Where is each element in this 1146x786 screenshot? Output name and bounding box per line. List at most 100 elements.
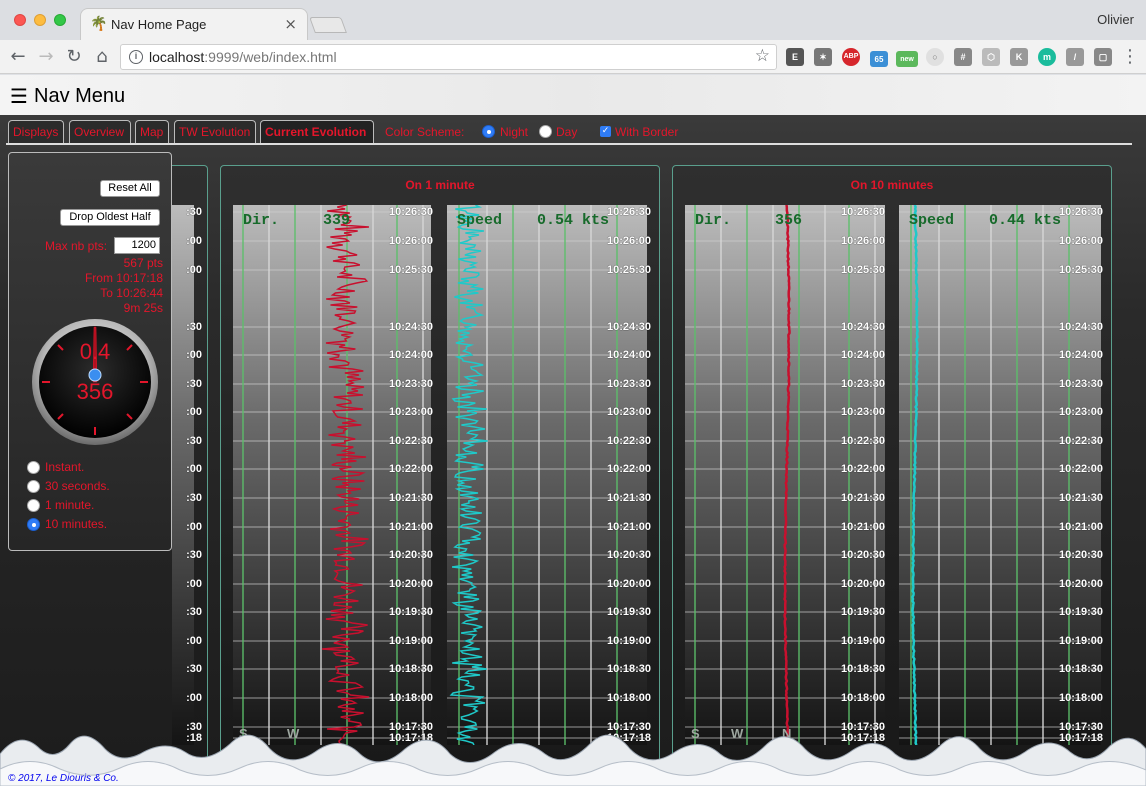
browser-tab[interactable]: 🌴 Nav Home Page × [80, 8, 308, 40]
time-tick: 10:18:00 [606, 692, 651, 704]
badge-count-icon[interactable]: 65 [870, 51, 888, 67]
time-tick: 10:23:00 [606, 406, 651, 418]
drop-oldest-half-button[interactable]: Drop Oldest Half [60, 209, 160, 226]
with-border-label: With Border [615, 125, 679, 139]
dir-value: 339 [323, 212, 351, 229]
waves-decoration [0, 734, 1146, 786]
evernote-icon[interactable]: E [786, 48, 804, 66]
time-tick: 10:20:00 [1058, 578, 1103, 590]
time-tick: 10:21:00 [606, 521, 651, 533]
tab-current-evolution[interactable]: Current Evolution [260, 120, 374, 144]
time-tick: 10:23:00 [388, 406, 433, 418]
address-bar[interactable]: i localhost:9999/web/index.html ☆ [120, 44, 777, 70]
color-scheme-label: Color Scheme: [385, 125, 465, 139]
hash-ext-icon[interactable]: # [954, 48, 972, 66]
time-tick: :00 [186, 463, 202, 475]
tab-tw-evolution[interactable]: TW Evolution [174, 120, 256, 144]
time-tick: 10:21:00 [840, 521, 885, 533]
time-tick: 10:22:30 [840, 435, 885, 447]
bug-icon[interactable]: ✶ [814, 48, 832, 66]
adblock-icon[interactable]: ABP [842, 48, 860, 66]
time-tick: :30 [186, 378, 202, 390]
time-tick: 10:18:30 [606, 663, 651, 675]
tab-displays[interactable]: Displays [8, 120, 64, 144]
reset-all-button[interactable]: Reset All [100, 180, 160, 197]
time-tick: 10:19:30 [1058, 606, 1103, 618]
time-tick: 10:22:00 [1058, 463, 1103, 475]
hamburger-icon[interactable]: ☰ [10, 85, 28, 107]
k-ext-icon[interactable]: K [1010, 48, 1028, 66]
time-tick: 10:23:00 [1058, 406, 1103, 418]
copyright-text: © 2017, Le Diouris & Co. [8, 773, 119, 784]
pocket-ext-icon[interactable]: ▢ [1094, 48, 1112, 66]
option-label-instant: Instant. [45, 460, 85, 474]
day-label: Day [556, 125, 578, 139]
time-tick: 10:24:30 [388, 321, 433, 333]
time-tick: 10:22:30 [388, 435, 433, 447]
slash-ext-icon[interactable]: / [1066, 48, 1084, 66]
time-tick: 10:26:30 [606, 206, 651, 218]
night-radio[interactable] [482, 125, 495, 138]
points-count: 567 pts [123, 256, 163, 270]
time-tick: 10:20:30 [1058, 549, 1103, 561]
data-trace [449, 205, 488, 745]
time-tick: 10:22:00 [840, 463, 885, 475]
new-badge-icon[interactable]: new [896, 51, 918, 67]
time-ticks-speed: 10:26:30 10:26:00 10:25:30 10:24:30 10:24:00… [593, 205, 651, 745]
panel-title: On 10 minutes [850, 178, 934, 192]
palm-tree-icon: 🌴 [90, 16, 108, 32]
maximize-window-button[interactable] [54, 14, 66, 26]
time-tick: 10:24:00 [1058, 349, 1103, 361]
max-pts-input[interactable]: 1200 [114, 237, 160, 254]
info-icon[interactable]: i [129, 50, 143, 64]
reload-icon[interactable]: ↻ [62, 45, 86, 69]
time-tick: 10:23:30 [388, 378, 433, 390]
option-label-10m: 10 minutes. [45, 517, 108, 531]
tab-map[interactable]: Map [135, 120, 169, 144]
option-radio-10m[interactable] [27, 518, 40, 531]
time-tick: 10:18:30 [840, 663, 885, 675]
time-tick: 10:21:30 [606, 492, 651, 504]
option-label-30s: 30 seconds. [45, 479, 110, 493]
back-icon[interactable]: ← [6, 45, 30, 69]
time-tick: 10:26:30 [1058, 206, 1103, 218]
home-icon[interactable]: ⌂ [90, 45, 114, 69]
option-radio-1m[interactable] [27, 499, 40, 512]
tab-overview[interactable]: Overview [69, 120, 131, 144]
cube-ext-icon[interactable]: ⬡ [982, 48, 1000, 66]
dir-label: Dir. [243, 212, 280, 229]
time-tick: :00 [186, 692, 202, 704]
speed-label: Speed [457, 212, 503, 229]
time-tick: 10:24:30 [840, 321, 885, 333]
time-tick: 10:19:30 [840, 606, 885, 618]
time-tick: 10:22:30 [606, 435, 651, 447]
page-header: ☰ Nav Menu [0, 75, 1146, 115]
forward-icon[interactable]: → [34, 45, 58, 69]
new-tab-button[interactable] [309, 17, 347, 33]
time-tick: :30 [186, 321, 202, 333]
circle-ext-icon[interactable]: ○ [926, 48, 944, 66]
current-gauge: 0.4 356 [32, 319, 158, 445]
time-tick: 10:23:30 [1058, 378, 1103, 390]
close-window-button[interactable] [14, 14, 26, 26]
time-tick: 10:20:30 [840, 549, 885, 561]
profile-name[interactable]: Olivier [1097, 12, 1134, 27]
option-radio-30s[interactable] [27, 480, 40, 493]
time-tick: :30 [186, 663, 202, 675]
time-tick: 10:19:00 [606, 635, 651, 647]
option-radio-instant[interactable] [27, 461, 40, 474]
time-tick: :30 [186, 492, 202, 504]
bookmark-star-icon[interactable]: ☆ [755, 46, 770, 66]
with-border-checkbox[interactable]: ✓ [600, 126, 611, 137]
day-radio[interactable] [539, 125, 552, 138]
browser-title-bar: 🌴 Nav Home Page × Olivier [0, 0, 1146, 40]
browser-menu-icon[interactable]: ⋮ [1118, 45, 1142, 69]
data-trace [783, 205, 791, 745]
panel-10-minutes: On 10 minutes Dir. 356 S W N Speed 0.44 … [672, 165, 1112, 763]
speed-label: Speed [909, 212, 955, 229]
close-tab-icon[interactable]: × [284, 15, 297, 33]
m-ext-icon[interactable]: m [1038, 48, 1056, 66]
gauge-direction: 356 [77, 379, 114, 404]
page-scrollbar[interactable] [1134, 188, 1142, 786]
minimize-window-button[interactable] [34, 14, 46, 26]
